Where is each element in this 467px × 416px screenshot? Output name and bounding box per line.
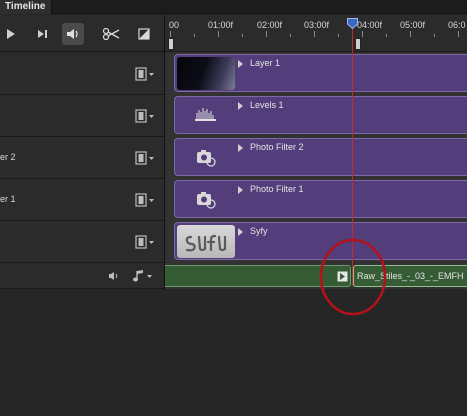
film-menu-icon[interactable] bbox=[135, 151, 155, 165]
clip-label: Photo Filter 1 bbox=[250, 184, 304, 194]
clip-label: Syfy bbox=[250, 226, 268, 236]
expand-triangle-icon[interactable] bbox=[238, 186, 243, 194]
step-forward-button[interactable] bbox=[31, 23, 53, 45]
ruler-tick-label: 02:00f bbox=[257, 20, 283, 30]
clip-thumbnail bbox=[177, 141, 235, 174]
transition-button[interactable] bbox=[133, 23, 155, 45]
track-name: er 1 bbox=[0, 194, 16, 204]
syfy-thumbnail bbox=[177, 225, 235, 258]
track-header[interactable]: er 1 bbox=[0, 179, 164, 221]
ruler-tick-label: 04:00f bbox=[357, 20, 383, 30]
annotation-circle bbox=[319, 238, 387, 316]
audio-track-header[interactable] bbox=[0, 263, 164, 289]
scissors-icon bbox=[102, 27, 120, 41]
step-forward-icon bbox=[38, 30, 47, 38]
audio-volume-icon[interactable] bbox=[108, 271, 120, 281]
track-header[interactable] bbox=[0, 95, 164, 137]
timeline-clip[interactable]: Levels 1 bbox=[174, 96, 467, 134]
transport-controls bbox=[0, 15, 164, 52]
clip-thumbnail bbox=[177, 99, 235, 132]
film-menu-icon[interactable] bbox=[135, 193, 155, 207]
syfy-logo-image bbox=[185, 234, 227, 252]
panel-tab-bar: Timeline bbox=[0, 0, 467, 14]
expand-triangle-icon[interactable] bbox=[238, 144, 243, 152]
empty-timeline-area bbox=[0, 290, 467, 416]
timeline-clip[interactable]: Photo Filter 2 bbox=[174, 138, 467, 176]
timeline-clip[interactable]: Photo Filter 1 bbox=[174, 180, 467, 218]
photo-filter-icon bbox=[197, 192, 216, 209]
track-header[interactable]: er 2 bbox=[0, 137, 164, 179]
audio-toggle-button[interactable] bbox=[62, 23, 84, 45]
ruler-tick-label: 01:00f bbox=[208, 20, 234, 30]
timeline-panel: Timeline 00 01:00f 02:00f 03:00f 04:00f … bbox=[0, 0, 467, 416]
film-menu-icon[interactable] bbox=[135, 109, 155, 123]
split-clip-button[interactable] bbox=[100, 23, 122, 45]
track-header[interactable] bbox=[0, 53, 164, 95]
clip-label: Photo Filter 2 bbox=[250, 142, 304, 152]
play-button[interactable] bbox=[0, 23, 22, 45]
playhead-handle-icon[interactable] bbox=[347, 18, 358, 29]
ruler-tick-label: 00 bbox=[169, 20, 180, 30]
clip-label: Levels 1 bbox=[250, 100, 284, 110]
ruler-tick-label: 05:00f bbox=[400, 20, 426, 30]
play-icon bbox=[7, 29, 15, 39]
expand-triangle-icon[interactable] bbox=[238, 60, 243, 68]
timeline-clip[interactable]: Layer 1 bbox=[174, 54, 467, 92]
clip-thumbnail bbox=[177, 57, 235, 90]
speaker-icon bbox=[67, 29, 78, 39]
work-area-end-handle[interactable] bbox=[355, 38, 361, 50]
clip-label: Layer 1 bbox=[250, 58, 281, 68]
track-name: er 2 bbox=[0, 152, 16, 162]
expand-triangle-icon[interactable] bbox=[238, 228, 243, 236]
expand-triangle-icon[interactable] bbox=[238, 102, 243, 110]
clip-thumbnail bbox=[177, 183, 235, 216]
ruler-tick-label: 03:00f bbox=[304, 20, 330, 30]
track-header[interactable] bbox=[0, 221, 164, 263]
film-menu-icon[interactable] bbox=[135, 67, 155, 81]
levels-icon bbox=[195, 108, 216, 121]
work-area-start-handle[interactable] bbox=[168, 38, 174, 50]
ruler-tick-marks bbox=[170, 31, 459, 37]
photo-filter-icon bbox=[197, 150, 216, 167]
timeline-tab[interactable]: Timeline bbox=[0, 0, 52, 14]
film-menu-icon[interactable] bbox=[135, 235, 155, 249]
transition-icon bbox=[138, 28, 150, 40]
music-menu-icon[interactable] bbox=[132, 269, 154, 283]
work-area-bar[interactable] bbox=[165, 37, 467, 52]
ruler-tick-label: 06:0 bbox=[448, 20, 466, 30]
